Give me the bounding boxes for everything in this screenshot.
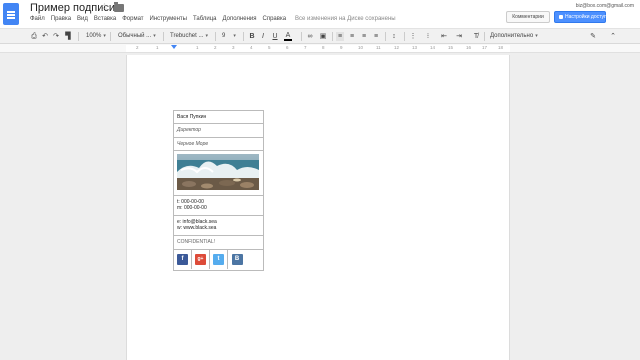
signature-role[interactable]: Директор	[174, 124, 263, 138]
zoom-select[interactable]: 100% ▾	[86, 32, 106, 41]
ruler-number: 18	[498, 45, 504, 50]
menu-bar: Файл Правка Вид Вставка Формат Инструмен…	[30, 16, 402, 26]
align-right-icon[interactable]: ≡	[360, 32, 368, 41]
menu-format[interactable]: Формат	[122, 16, 143, 26]
ruler-number: 6	[286, 45, 289, 50]
link-icon[interactable]: ∞	[306, 32, 314, 41]
align-center-icon[interactable]: ≡	[348, 32, 356, 41]
menu-edit[interactable]: Правка	[51, 16, 71, 26]
menu-file[interactable]: Файл	[30, 16, 45, 26]
lock-icon	[559, 14, 563, 19]
indent-marker[interactable]	[171, 45, 177, 49]
text-color-icon[interactable]: A	[284, 32, 292, 41]
twitter-icon[interactable]: t	[213, 254, 224, 265]
menu-addons[interactable]: Дополнения	[223, 16, 257, 26]
font-select[interactable]: Trebuchet ... ▾	[170, 32, 208, 41]
paint-format-icon[interactable]: ▜	[64, 32, 72, 41]
undo-icon[interactable]: ↶	[41, 32, 49, 41]
more-select[interactable]: Дополнительно ▾	[490, 32, 538, 41]
print-icon[interactable]: ⎙	[30, 32, 38, 41]
menu-help[interactable]: Справка	[263, 16, 287, 26]
decrease-indent-icon[interactable]: ⇤	[440, 32, 448, 41]
menu-view[interactable]: Вид	[77, 16, 88, 26]
ruler-number: 9	[340, 45, 343, 50]
ruler-number: 5	[268, 45, 271, 50]
pen-icon[interactable]: ✎	[589, 32, 597, 41]
ruler-number: 11	[376, 45, 381, 50]
signature-web: w: www.black.sea	[177, 225, 217, 231]
bulleted-list-icon[interactable]: ⁝	[424, 32, 432, 41]
ruler-number: 16	[466, 45, 472, 50]
ruler: 2 1 1 2 3 4 5 6 7 8 9 10 11 12 13 14 15 …	[0, 44, 640, 53]
ruler-number: 2	[136, 45, 139, 50]
comment-icon[interactable]: ▣	[319, 32, 327, 41]
google-plus-icon[interactable]: g+	[195, 254, 206, 265]
ruler-number: 12	[394, 45, 400, 50]
ruler-number: 15	[448, 45, 454, 50]
ruler-number: 1	[196, 45, 199, 50]
sea-wave-image[interactable]	[177, 154, 259, 190]
signature-image-cell[interactable]	[174, 151, 263, 196]
signature-phones[interactable]: t: 000-00-00 m: 000-00-00	[174, 196, 263, 216]
font-size-select[interactable]: 9 ▾	[222, 32, 236, 41]
ruler-number: 8	[322, 45, 325, 50]
ruler-number: 4	[250, 45, 253, 50]
app-header: Пример подписи ☆ Файл Правка Вид Вставка…	[0, 0, 640, 28]
collapse-icon[interactable]: ⌃	[609, 32, 617, 41]
redo-icon[interactable]: ↷	[52, 32, 60, 41]
docs-logo-icon[interactable]	[3, 3, 19, 25]
ruler-number: 3	[232, 45, 235, 50]
ruler-number: 2	[214, 45, 217, 50]
signature-contacts[interactable]: e: info@black.sea w: www.black.sea	[174, 216, 263, 236]
share-button-label: Настройки доступа	[565, 14, 610, 20]
signature-table[interactable]: Вася Пупкин Директор Черное Море t: 000-…	[173, 110, 264, 271]
ruler-number: 1	[156, 45, 159, 50]
save-status[interactable]: Все изменения на Диске сохранены	[295, 16, 396, 26]
italic-icon[interactable]: I	[259, 32, 267, 41]
numbered-list-icon[interactable]: ⋮	[409, 32, 417, 41]
signature-location[interactable]: Черное Море	[174, 138, 263, 151]
menu-insert[interactable]: Вставка	[94, 16, 116, 26]
star-icon[interactable]: ☆	[100, 2, 109, 13]
account-email[interactable]: biz@box.com@gmail.com	[576, 3, 634, 9]
ruler-text-area: 2 1 1 2 3 4 5 6 7 8 9 10 11 12 13 14 15 …	[126, 45, 510, 52]
menu-table[interactable]: Таблица	[193, 16, 217, 26]
underline-icon[interactable]: U	[271, 32, 279, 41]
ruler-number: 17	[482, 45, 488, 50]
menu-tools[interactable]: Инструменты	[150, 16, 187, 26]
align-justify-icon[interactable]: ≡	[372, 32, 380, 41]
folder-icon[interactable]	[114, 2, 124, 12]
document-page[interactable]: Вася Пупкин Директор Черное Море t: 000-…	[126, 55, 510, 360]
toolbar: ⎙ ↶ ↷ ▜ 100% ▾ Обычный ... ▾ Trebuchet ...…	[0, 28, 640, 44]
signature-confidential[interactable]: CONFIDENTIAL!	[174, 236, 263, 250]
signature-mobile: m: 000-00-00	[177, 205, 207, 211]
signature-social-row[interactable]: f g+ t В	[174, 250, 263, 270]
line-spacing-icon[interactable]: ↕	[390, 32, 398, 41]
ruler-number: 14	[430, 45, 436, 50]
bold-icon[interactable]: B	[248, 32, 256, 41]
vk-icon[interactable]: В	[231, 254, 243, 265]
ruler-number: 13	[412, 45, 418, 50]
facebook-icon[interactable]: f	[177, 254, 188, 265]
share-button[interactable]: Настройки доступа	[554, 11, 610, 23]
ruler-number: 10	[358, 45, 364, 50]
signature-name[interactable]: Вася Пупкин	[174, 111, 263, 124]
comments-button[interactable]: Комментарии	[506, 11, 550, 23]
clear-formatting-icon[interactable]: T̸	[472, 32, 480, 41]
style-select[interactable]: Обычный ... ▾	[118, 32, 156, 41]
align-left-icon[interactable]: ≡	[336, 32, 344, 41]
increase-indent-icon[interactable]: ⇥	[455, 32, 463, 41]
ruler-number: 7	[304, 45, 307, 50]
